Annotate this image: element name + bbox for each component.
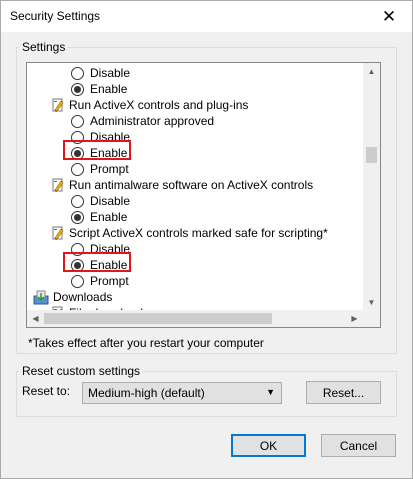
setting-option-disable[interactable]: Disable [71,193,130,209]
horizontal-scroll-thumb[interactable] [44,313,272,324]
reset-level-select[interactable]: Medium-high (default) ▼ [82,382,282,404]
setting-label: Disable [90,194,131,208]
scrollbar-corner [363,310,380,327]
setting-label: Disable [90,66,131,80]
settings-list[interactable]: Disable Enable Run ActiveX controls and pl… [26,62,381,328]
setting-option-prompt[interactable]: Prompt [71,161,129,177]
setting-option-enable[interactable]: Enable [71,209,127,225]
radio-checked-icon[interactable] [71,210,84,224]
close-button[interactable]: ✕ [366,1,412,32]
radio-unchecked-icon[interactable] [71,66,84,80]
highlight-enable-activex [63,140,131,160]
setting-label: Enable [90,82,128,96]
setting-label: Enable [90,210,128,224]
setting-label: Script ActiveX controls marked safe for … [69,226,328,240]
vertical-scroll-thumb[interactable] [366,147,377,163]
vertical-scrollbar[interactable]: ▲ ▼ [363,63,380,311]
radio-unchecked-icon[interactable] [71,114,84,128]
setting-option-prompt[interactable]: Prompt [71,273,129,289]
radio-unchecked-icon[interactable] [71,162,84,176]
downloads-icon [33,290,49,305]
settings-group-label: Settings [19,40,69,54]
scroll-up-arrow-icon[interactable]: ▲ [363,63,380,80]
setting-label: Administrator approved [90,114,215,128]
close-icon: ✕ [381,6,397,26]
setting-label: Run antimalware software on ActiveX cont… [69,178,314,192]
scroll-down-arrow-icon[interactable]: ▼ [363,294,380,311]
horizontal-scrollbar[interactable]: ◀ ▶ [27,310,363,327]
setting-label: Prompt [90,162,129,176]
cancel-button[interactable]: Cancel [321,434,396,457]
radio-checked-icon[interactable] [71,82,84,96]
radio-unchecked-icon[interactable] [71,274,84,288]
setting-category: Downloads [33,289,112,305]
settings-pen-icon [51,98,65,113]
reset-to-label: Reset to: [22,384,71,398]
restart-footnote: *Takes effect after you restart your com… [28,336,264,350]
setting-label: Run ActiveX controls and plug-ins [69,98,249,112]
settings-pen-icon [51,178,65,193]
reset-button[interactable]: Reset... [306,381,381,404]
ok-button[interactable]: OK [231,434,306,457]
title-bar: Security Settings ✕ [1,1,412,32]
settings-pen-icon [51,226,65,241]
setting-category: Run ActiveX controls and plug-ins [51,97,248,113]
reset-level-value: Medium-high (default) [88,386,205,400]
reset-group-label: Reset custom settings [19,364,144,378]
setting-option-disable[interactable]: Disable [71,65,130,81]
highlight-enable-scripting [63,252,131,272]
scroll-left-arrow-icon[interactable]: ◀ [27,310,44,327]
setting-option-administrator-approved[interactable]: Administrator approved [71,113,214,129]
radio-unchecked-icon[interactable] [71,194,84,208]
setting-option-enable[interactable]: Enable [71,81,127,97]
setting-category: Run antimalware software on ActiveX cont… [51,177,313,193]
setting-label: Downloads [53,290,113,304]
setting-category: Script ActiveX controls marked safe for … [51,225,328,241]
chevron-down-icon: ▼ [266,387,275,397]
window-title: Security Settings [10,9,101,23]
setting-label: Prompt [90,274,129,288]
scroll-right-arrow-icon[interactable]: ▶ [346,310,363,327]
